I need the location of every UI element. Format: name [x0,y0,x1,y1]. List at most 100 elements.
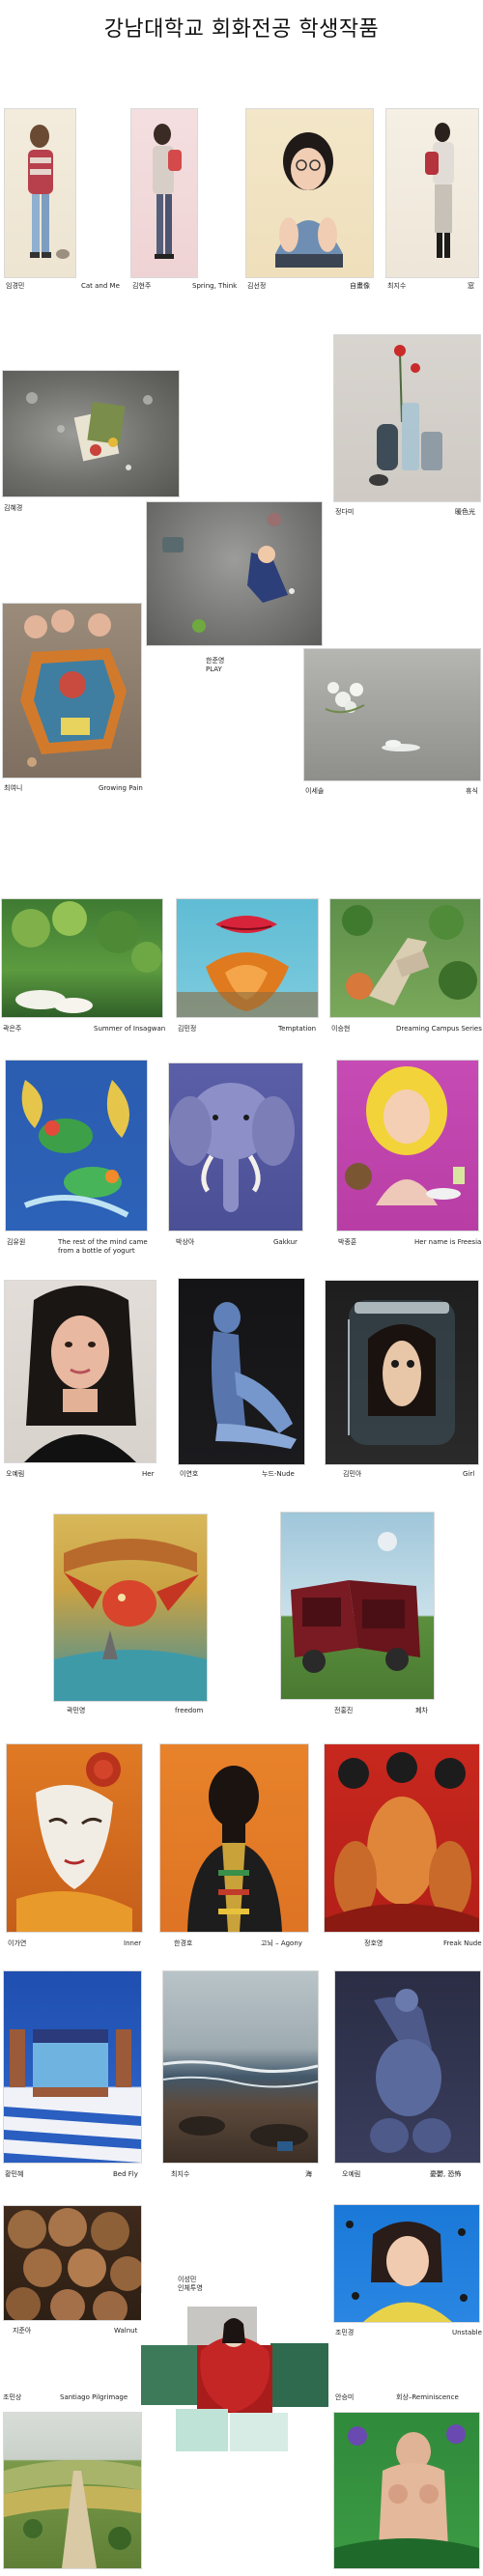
artwork-growing-pain[interactable] [2,603,142,778]
artwork-spring-think[interactable] [130,108,198,278]
artwork-warm-light[interactable] [333,334,481,502]
painting-image [26,392,153,470]
artwork-walnut[interactable] [3,2205,145,2326]
caption-title: Gakkur [273,1238,298,1246]
caption-title: Unstable [452,2329,482,2336]
caption-title: 海 [305,2170,312,2178]
caption-title: PLAY [206,665,222,673]
painting-image [370,1989,451,2153]
artwork-sea[interactable] [162,1970,319,2164]
caption-title: 窓 [468,282,474,290]
painting-image [21,1080,129,1218]
caption-title: freedom [175,1707,204,1714]
painting-image [369,345,442,486]
artwork-body-projection[interactable] [141,2293,329,2462]
artwork-bed-fly[interactable] [3,1970,142,2164]
artwork-cat-and-me[interactable] [4,108,76,278]
artwork-play[interactable] [146,501,323,646]
artwork-freesia[interactable] [336,1060,479,1231]
artwork-girl[interactable] [325,1280,479,1465]
painting-image [342,905,477,1005]
painting-image [291,1532,420,1673]
painting-image [187,1766,282,1932]
caption-title: 고뇌 – Agony [261,1939,302,1947]
caption-title: The rest of the mind came from a bottle … [58,1238,148,1255]
caption-title: Bed Fly [113,2170,138,2178]
painting-image [4,2029,141,2163]
painting-image [141,2307,328,2451]
artwork-reminiscence[interactable] [333,2412,480,2569]
caption-artist: 박상아 [176,1238,195,1246]
caption-title: Growing Pain [99,784,143,792]
caption-artist: 김민아 [343,1470,362,1478]
painting-image [169,1083,295,1212]
caption-title: Cat and Me [81,282,120,290]
painting-image [4,2459,141,2568]
painting-image [334,2424,479,2568]
painting-image [54,1539,207,1701]
artwork-santiago-pilgrimage[interactable] [3,2412,142,2569]
caption-artist: 최지수 [171,2170,190,2178]
artwork-suchang[interactable] [2,370,180,497]
painting-image [20,609,127,767]
painting-image [325,682,420,751]
caption-artist: 김혜경 [4,504,23,512]
caption-artist: 김민정 [178,1025,197,1033]
caption-title: Spring, Think [192,282,238,290]
caption-artist: 박종훈 [338,1238,357,1246]
caption-title: Inner [124,1939,142,1947]
caption-title: 폐차 [415,1707,428,1714]
caption-title: 暖色光 [455,508,475,516]
caption-artist: 오예림 [6,1470,25,1478]
caption-artist: 이연호 [180,1470,199,1478]
painting-image [346,2221,468,2322]
caption-artist: 한경호 [174,1939,193,1947]
painting-image [162,513,295,633]
caption-artist: 김선정 [247,282,267,290]
caption-artist: 황민혜 [5,2170,24,2178]
artwork-window[interactable] [385,108,479,278]
artwork-self-portrait[interactable] [245,108,374,278]
painting-image [348,1300,455,1445]
artwork-freedom[interactable] [53,1514,208,1702]
caption-artist: 조민경 [335,2329,355,2336]
page-title: 강남대학교 회화전공 학생작품 [103,17,380,42]
artwork-scrapped-car[interactable] [280,1512,435,1700]
painting-image [153,124,182,259]
caption-artist: 김현주 [132,282,152,290]
caption-artist: 전홍진 [334,1707,354,1714]
artwork-temptation[interactable] [176,898,319,1018]
caption-artist: 이세솔 [305,787,325,795]
painting-image [12,901,162,1013]
painting-image [16,1752,132,1932]
artwork-melancholy[interactable] [334,1970,481,2164]
artwork-summer-of-insagwan[interactable] [1,898,163,1018]
artwork-inner[interactable] [6,1743,143,1933]
caption-artist: 오예림 [342,2170,361,2178]
caption-title: Temptation [278,1025,317,1033]
caption-artist: 곽은주 [3,1025,22,1033]
artwork-rest[interactable] [303,648,481,781]
artwork-nude[interactable] [178,1278,305,1465]
caption-artist: 이성민 [178,2276,197,2283]
painting-image [325,1752,479,1932]
artwork-gakkur[interactable] [168,1062,303,1231]
caption-title: 휴식 [466,787,478,795]
artwork-dreaming-campus[interactable] [329,898,481,1018]
painting-image [275,132,343,268]
caption-artist: 조민상 [3,2393,22,2401]
painting-image [212,1302,297,1449]
painting-image [162,2060,319,2151]
painting-image [24,1286,136,1462]
painting-image [177,916,318,1017]
artwork-freak-nude[interactable] [324,1743,480,1933]
painting-image [28,125,70,259]
caption-artist: 이가연 [8,1939,27,1947]
caption-artist: 한준영 [206,657,225,665]
artwork-yogurt[interactable] [5,1060,148,1231]
caption-title: Girl [463,1470,475,1478]
painting-image [6,2208,145,2326]
artwork-agony[interactable] [159,1743,309,1933]
artwork-her[interactable] [4,1280,156,1463]
artwork-unstable[interactable] [333,2204,480,2323]
